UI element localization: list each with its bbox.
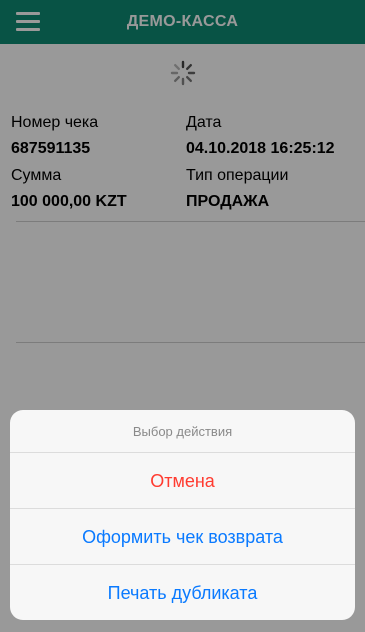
print-duplicate-button[interactable]: Печать дубликата xyxy=(10,564,355,620)
screen: ДЕМО-КАССА Номер чека 687591135 Дата 04.… xyxy=(0,0,365,632)
cancel-button[interactable]: Отмена xyxy=(10,452,355,509)
create-return-receipt-button[interactable]: Оформить чек возврата xyxy=(10,508,355,565)
action-sheet: Выбор действия Отмена Оформить чек возвр… xyxy=(10,410,355,620)
action-sheet-title: Выбор действия xyxy=(132,424,233,439)
